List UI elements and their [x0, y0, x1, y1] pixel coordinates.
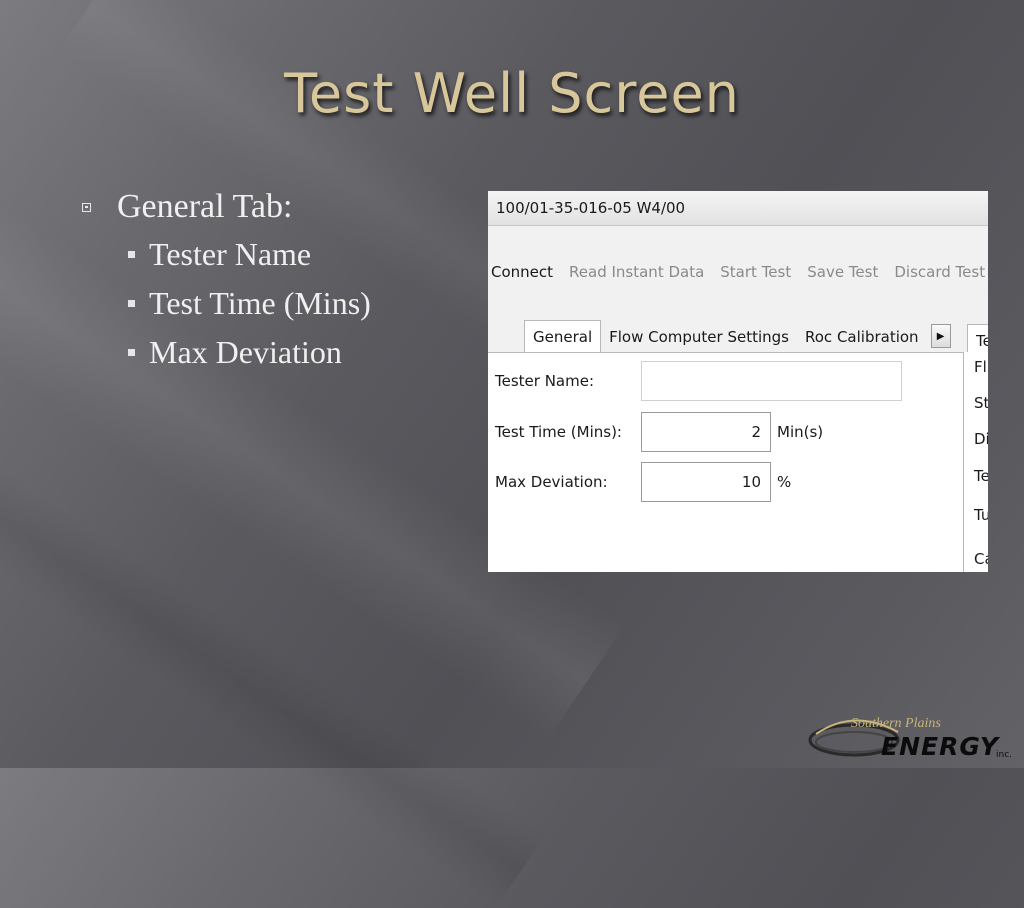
right-panel-label: Di	[974, 430, 988, 448]
right-panel-label: Fl	[974, 358, 987, 376]
tab-strip: General Flow Computer Settings Roc Calib…	[488, 318, 988, 352]
test-time-label: Test Time (Mins):	[495, 423, 622, 441]
window-title: 100/01-35-016-05 W4/00	[488, 191, 988, 226]
tester-name-label: Tester Name:	[495, 372, 595, 390]
bullet-heading: General Tab:	[117, 188, 293, 225]
bullet-general-tab: General Tab:	[82, 184, 371, 230]
save-test-button[interactable]: Save Test	[807, 263, 878, 281]
bullet-item-text: Test Time (Mins)	[149, 285, 371, 321]
tab-scroll-right-icon[interactable]: ▶	[930, 324, 951, 348]
test-time-input[interactable]: 2	[641, 412, 771, 452]
bullet-item: Test Time (Mins)	[128, 279, 371, 328]
square-bullet-icon	[128, 251, 135, 258]
max-deviation-input[interactable]: 10	[641, 462, 771, 502]
right-panel-label: Te	[974, 467, 988, 485]
general-tab-panel: Tester Name: Test Time (Mins): 2 Min(s) …	[488, 352, 964, 572]
connect-button[interactable]: Connect	[491, 263, 553, 281]
tab-roc-calibration[interactable]: Roc Calibration	[797, 322, 927, 352]
max-deviation-row: Max Deviation: 10 %	[495, 462, 791, 502]
company-logo: Southern Plains ENERGY inc.	[806, 712, 1024, 768]
square-bullet-icon	[82, 202, 91, 212]
logo-script-text: Southern Plains	[851, 716, 941, 731]
bullet-item: Max Deviation	[128, 328, 371, 377]
right-panel-label: St	[974, 394, 988, 412]
test-time-unit: Min(s)	[777, 423, 824, 441]
tester-name-row: Tester Name:	[495, 361, 902, 401]
bullet-item: Tester Name	[128, 230, 371, 279]
start-test-button[interactable]: Start Test	[720, 263, 791, 281]
read-instant-data-button[interactable]: Read Instant Data	[569, 263, 704, 281]
bullet-item-text: Tester Name	[149, 236, 312, 272]
square-bullet-icon	[128, 300, 135, 307]
logo-suffix-text: inc.	[996, 750, 1013, 760]
tab-flow-computer-settings[interactable]: Flow Computer Settings	[601, 322, 797, 352]
bullet-item-text: Max Deviation	[149, 334, 342, 370]
discard-test-button[interactable]: Discard Test	[894, 263, 985, 281]
max-deviation-label: Max Deviation:	[495, 473, 608, 491]
bullet-list: General Tab: Tester Name Test Time (Mins…	[82, 184, 371, 377]
right-panel: Fl St Di Te Tu Ca	[965, 352, 988, 572]
max-deviation-unit: %	[777, 473, 792, 491]
tester-name-input[interactable]	[641, 361, 902, 401]
slide-title: Test Well Screen	[284, 62, 740, 125]
app-screenshot: 100/01-35-016-05 W4/00 Connect Read Inst…	[488, 191, 988, 572]
background-streak	[0, 330, 547, 908]
toolbar: Connect Read Instant Data Start Test Sav…	[488, 226, 988, 318]
right-panel-label: Tu	[974, 506, 988, 524]
tab-general[interactable]: General	[524, 320, 602, 352]
right-panel-label: Ca	[974, 550, 988, 568]
test-time-row: Test Time (Mins): 2 Min(s)	[495, 412, 823, 452]
square-bullet-icon	[128, 349, 135, 356]
logo-main-text: ENERGY	[881, 732, 999, 761]
